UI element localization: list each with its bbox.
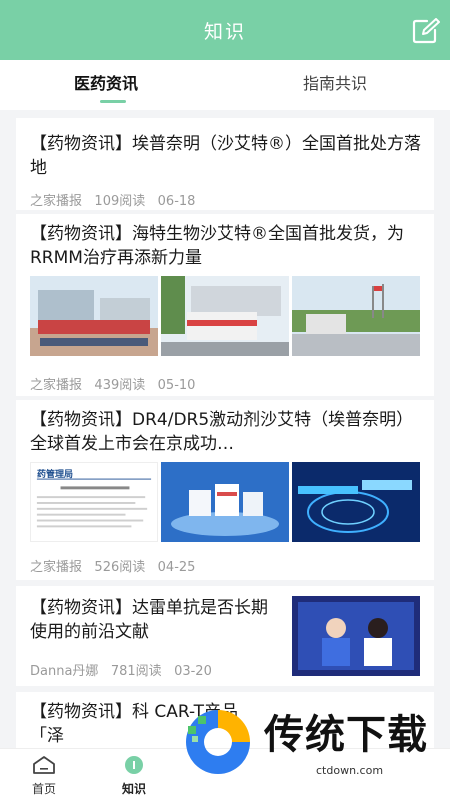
article-card[interactable]: 【药物资讯】埃普奈明（沙艾特®）全国首批处方落地 之家播报 109阅读 06-1… [16,118,434,210]
article-title: 【药物资讯】达雷单抗是否长期使用的前沿文献 [30,598,268,642]
article-author: Danna丹娜 [30,664,99,679]
article-reads: 781阅读 [110,664,162,679]
tab-bar: 医药资讯 指南共识 [0,60,450,110]
article-image [292,276,420,356]
knowledge-icon [125,756,143,774]
article-date: 06-18 [157,194,196,209]
article-title: 【药物资讯】海特生物沙艾特®全国首批发货，为RRMM治疗再添新力量 [30,224,404,268]
article-date: 05-10 [157,378,196,393]
article-image: 药管理局 [30,462,158,542]
article-image [161,276,289,356]
article-image [161,462,289,542]
home-icon [33,756,55,774]
article-meta: Danna丹娜 781阅读 03-20 [30,660,212,679]
article-meta: 之家播报 439阅读 05-10 [30,374,195,393]
watermark-url: ctdown.com [316,764,384,777]
nav-item-knowledge[interactable]: 知识 [104,755,164,797]
article-card[interactable]: 【药物资讯】DR4/DR5激动剂沙艾特（埃普奈明）全球首发上市会在京成功… 药管… [16,400,434,580]
watermark-title: 传统下载 [264,712,428,758]
article-meta: 之家播报 526阅读 04-25 [30,556,195,575]
article-card[interactable]: 【药物资讯】海特生物沙艾特®全国首批发货，为RRMM治疗再添新力量 之家播报 4… [16,214,434,396]
active-tab-indicator [100,100,126,103]
page-title: 知识 [203,20,246,43]
watermark-overlay: 传统下载 ctdown.com [176,700,448,790]
edit-icon[interactable] [412,18,440,44]
article-author: 之家播报 [30,194,83,209]
nav-item-home[interactable]: 首页 [14,755,74,797]
article-image [292,596,420,676]
article-author: 之家播报 [30,560,83,575]
article-title: 【药物资讯】DR4/DR5激动剂沙艾特（埃普奈明）全球首发上市会在京成功… [30,410,414,454]
article-feed[interactable]: 【药物资讯】埃普奈明（沙艾特®）全国首批处方落地 之家播报 109阅读 06-1… [0,110,450,748]
article-card[interactable]: 【药物资讯】达雷单抗是否长期使用的前沿文献 Danna丹娜 781阅读 03-2… [16,586,434,686]
article-reads: 526阅读 [94,560,146,575]
article-date: 04-25 [157,560,196,575]
article-meta: 之家播报 109阅读 06-18 [30,190,195,209]
article-image [292,462,420,542]
app-header: 知识 [0,0,450,60]
nav-label-home: 首页 [31,782,56,796]
article-author: 之家播报 [30,378,83,393]
tab-medical-news[interactable]: 医药资讯 [74,70,138,94]
article-image [30,276,158,356]
nav-label-knowledge: 知识 [121,782,146,796]
article-reads: 109阅读 [94,194,146,209]
article-reads: 439阅读 [94,378,146,393]
tab-guidelines[interactable]: 指南共识 [303,70,367,94]
watermark-logo-icon [186,710,250,774]
article-date: 03-20 [174,664,212,679]
article-title: 【药物资讯】埃普奈明（沙艾特®）全国首批处方落地 [30,134,421,178]
